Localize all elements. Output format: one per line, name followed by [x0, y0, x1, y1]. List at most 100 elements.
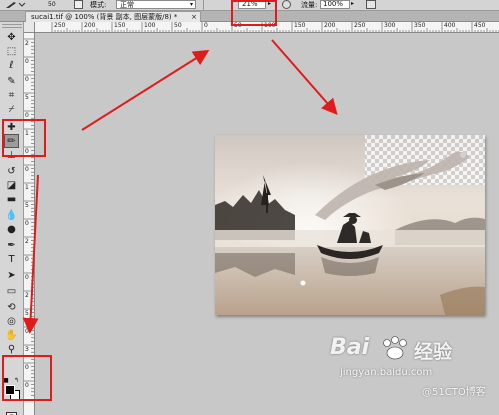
- history-brush-icon: ↺: [7, 165, 16, 177]
- 3d-orbit-icon: ◎: [7, 315, 16, 327]
- watermark-url: jingyan.baidu.com: [340, 367, 433, 378]
- pen-icon: ✒: [7, 239, 16, 251]
- dodge-icon: ●: [7, 223, 16, 235]
- move-tool[interactable]: ✥: [4, 30, 19, 44]
- 3d-rotate-tool[interactable]: ⟲: [4, 300, 19, 314]
- ruler-label: 250: [54, 22, 66, 29]
- ruler-label: 0: [25, 166, 29, 173]
- pen-tool[interactable]: ✒: [4, 238, 19, 252]
- color-swatch-highlight-box: [2, 355, 52, 401]
- flow-input[interactable]: 100%: [320, 0, 350, 9]
- divider: [203, 0, 204, 10]
- lasso-icon: ℓ: [9, 59, 14, 71]
- composited-photo: [215, 135, 485, 315]
- ruler-label: 0: [25, 220, 29, 227]
- hand-tool[interactable]: ✋: [4, 328, 19, 342]
- ruler-label: 200: [84, 22, 96, 29]
- opacity-highlight-box: [231, 0, 277, 26]
- type-tool[interactable]: T: [4, 252, 19, 266]
- dodge-tool[interactable]: ●: [4, 222, 19, 236]
- move-icon: ✥: [7, 31, 16, 43]
- ruler-label: 5: [25, 94, 29, 101]
- ruler-label: 1: [25, 184, 29, 191]
- blur-icon: 💧: [5, 209, 18, 221]
- document-tab[interactable]: sucai1.tif @ 100% (背景 副本, 图层蒙版/8) * ×: [25, 11, 201, 22]
- paw-logo-icon: [383, 336, 407, 360]
- marquee-icon: ⬚: [6, 45, 17, 57]
- ruler-label: 50: [174, 22, 182, 29]
- pressure-opacity-icon[interactable]: [282, 0, 291, 9]
- ruler-label: 0: [25, 112, 29, 119]
- brush-tool-highlight-box: [2, 119, 46, 157]
- gradient-tool[interactable]: ▬: [4, 192, 19, 206]
- eraser-tool[interactable]: ◪: [4, 178, 19, 192]
- path-select-icon: ➤: [7, 269, 16, 281]
- type-icon: T: [8, 253, 15, 265]
- eyedropper-icon: ⌿: [8, 103, 15, 115]
- chevron-down-icon: ▾: [189, 1, 193, 8]
- toolbar-grip[interactable]: [2, 24, 22, 28]
- ruler-label: 0: [204, 22, 208, 29]
- brush-preset-icon[interactable]: [4, 0, 26, 9]
- crop-icon: ⌗: [8, 89, 15, 101]
- watermark-brand-left: Bai: [330, 335, 370, 360]
- ruler-label: 2: [25, 238, 29, 245]
- document-tab-title: sucai1.tif @ 100% (背景 副本, 图层蒙版/8) *: [31, 13, 178, 21]
- ruler-label: 2: [25, 292, 29, 299]
- flow-value: 100%: [323, 0, 344, 8]
- ruler-label: 150: [114, 22, 126, 29]
- photoshop-window: 50 模式: 正常 ▾ 21% ▸ 流量: 100% ▸ sucai1.tif @…: [0, 0, 499, 415]
- ruler-label: 450: [474, 22, 486, 29]
- arrow-to-canvas: [271, 39, 338, 116]
- brush-size-label: 50: [48, 1, 56, 8]
- ruler-label: 0: [25, 328, 29, 335]
- watermark-brand-right: 经验: [414, 341, 453, 363]
- crop-tool[interactable]: ⌗: [4, 88, 19, 102]
- mode-label: 模式:: [90, 1, 107, 9]
- shape-icon: ▭: [6, 285, 17, 297]
- mode-value: 正常: [120, 1, 134, 9]
- ruler-label: 0: [25, 58, 29, 65]
- ruler-label: 5: [25, 202, 29, 209]
- history-brush-tool[interactable]: ↺: [4, 164, 19, 178]
- canvas-image[interactable]: [215, 135, 485, 315]
- ruler-label: 400: [444, 22, 456, 29]
- ruler-label: 0: [25, 274, 29, 281]
- ruler-label: 3: [25, 346, 29, 353]
- gradient-icon: ▬: [6, 193, 17, 205]
- brush-panel-toggle-icon[interactable]: [74, 0, 83, 9]
- ruler-label: 0: [25, 76, 29, 83]
- quick-select-tool[interactable]: ✎: [4, 74, 19, 88]
- eyedropper-tool[interactable]: ⌿: [4, 102, 19, 116]
- ruler-label: 150: [294, 22, 306, 29]
- mode-select[interactable]: 正常 ▾: [116, 0, 196, 9]
- close-icon[interactable]: ×: [191, 12, 197, 22]
- 3d-orbit-tool[interactable]: ◎: [4, 314, 19, 328]
- ruler-corner[interactable]: [24, 22, 35, 33]
- blur-tool[interactable]: 💧: [4, 208, 19, 222]
- flow-dropdown-icon[interactable]: ▸: [351, 0, 354, 7]
- marquee-tool[interactable]: ⬚: [4, 44, 19, 58]
- ruler-label: 100: [144, 22, 156, 29]
- airbrush-icon[interactable]: [366, 0, 376, 9]
- eraser-icon: ◪: [6, 179, 17, 191]
- ruler-label: 300: [384, 22, 396, 29]
- watermark-blog: @51CTO博客: [422, 387, 486, 398]
- ruler-label: 350: [414, 22, 426, 29]
- ruler-label: 2: [25, 40, 29, 47]
- zoom-icon: ⚲: [7, 343, 16, 355]
- zoom-tool[interactable]: ⚲: [4, 342, 19, 356]
- ruler-label: 250: [354, 22, 366, 29]
- baidu-watermark: Bai 经验 jingyan.baidu.com @51CTO博客: [330, 335, 495, 413]
- quick-select-icon: ✎: [7, 75, 16, 87]
- lasso-tool[interactable]: ℓ: [4, 58, 19, 72]
- ruler-label: 5: [25, 310, 29, 317]
- hand-icon: ✋: [5, 329, 18, 341]
- shape-tool[interactable]: ▭: [4, 284, 19, 298]
- flow-label: 流量:: [301, 1, 318, 9]
- ruler-label: 0: [25, 256, 29, 263]
- ruler-label: 200: [324, 22, 336, 29]
- path-select-tool[interactable]: ➤: [4, 268, 19, 282]
- 3d-rotate-icon: ⟲: [7, 301, 16, 313]
- arrow-to-opacity: [81, 49, 210, 131]
